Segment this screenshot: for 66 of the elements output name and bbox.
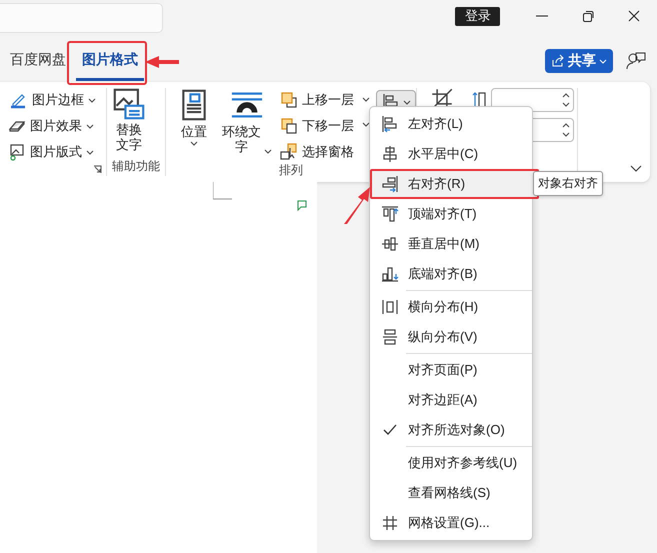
- align-bottom-icon: [381, 265, 399, 283]
- caret-icon: [402, 100, 410, 104]
- menu-item[interactable]: 左对齐(L): [370, 109, 532, 139]
- annotation-arrow: [342, 186, 372, 224]
- share-button[interactable]: 共享: [545, 49, 613, 73]
- caret-icon: [362, 97, 370, 102]
- spinner-icon[interactable]: [562, 122, 570, 138]
- distribute-vertical-icon: [381, 328, 399, 346]
- caret-icon: [86, 124, 94, 128]
- group-label: 排列: [278, 162, 304, 179]
- picture-text-icon: [113, 88, 145, 120]
- search-field[interactable]: [0, 3, 164, 33]
- menu-item[interactable]: 使用对齐参考线(U): [370, 448, 532, 478]
- collapse-ribbon-icon[interactable]: [630, 165, 642, 172]
- caret-icon: [88, 98, 96, 102]
- alt-text-button[interactable]: 替换文字: [107, 88, 151, 158]
- caret-icon: [190, 141, 198, 146]
- caret-icon: [599, 58, 607, 64]
- caret-icon: [86, 150, 94, 154]
- menu-item[interactable]: 横向分布(H): [370, 292, 532, 322]
- ribbon-button[interactable]: 上移一层: [278, 90, 358, 110]
- wrap-text-button[interactable]: 环绕文字: [216, 88, 278, 162]
- menu-item[interactable]: 对齐所选对象(O): [370, 415, 532, 445]
- picture-layout-icon: [8, 143, 26, 161]
- ribbon-button[interactable]: 图片边框: [0, 90, 100, 110]
- corner-mark-icon: [213, 182, 233, 200]
- grid-icon: [381, 514, 399, 532]
- login-button[interactable]: 登录: [455, 6, 500, 26]
- ribbon-button[interactable]: 图片效果: [0, 116, 100, 136]
- menu-item[interactable]: 对齐页面(P): [370, 355, 532, 385]
- align-left-icon: [381, 115, 399, 133]
- align-top-icon: [381, 205, 399, 223]
- minimize-icon: [536, 15, 548, 17]
- annotation-arrow: [145, 56, 179, 68]
- share-icon: [551, 54, 565, 68]
- ribbon-button[interactable]: 选择窗格: [278, 142, 358, 162]
- menu-item[interactable]: 垂直居中(M): [370, 229, 532, 259]
- menu-item[interactable]: 顶端对齐(T): [370, 199, 532, 229]
- tooltip: 对象右对齐: [533, 171, 603, 196]
- distribute-horizontal-icon: [381, 298, 399, 316]
- close-icon: [628, 10, 640, 22]
- menu-item[interactable]: 右对齐(R): [370, 169, 539, 199]
- caret-icon: [264, 149, 272, 154]
- send-backward-icon: [280, 117, 298, 135]
- ribbon-button[interactable]: 图片版式: [0, 142, 100, 162]
- menu-item[interactable]: 底端对齐(B): [370, 259, 532, 289]
- bring-forward-icon: [280, 91, 298, 109]
- caret-icon: [362, 122, 370, 127]
- selection-pane-icon: [280, 143, 298, 161]
- ribbon-button[interactable]: 下移一层: [278, 116, 358, 136]
- dialog-launcher-icon[interactable]: [93, 165, 102, 174]
- group-label: 辅助功能: [111, 158, 161, 175]
- spinner-icon[interactable]: [562, 92, 570, 108]
- ribbon-tab[interactable]: 百度网盘: [4, 41, 72, 81]
- position-button[interactable]: 位置: [166, 88, 216, 162]
- menu-item[interactable]: 网格设置(G)...: [370, 508, 532, 538]
- comment-person-icon: [626, 51, 646, 71]
- align-middle-icon: [381, 235, 399, 253]
- anchor-icon: [295, 200, 307, 212]
- align-center-icon: [381, 145, 399, 163]
- menu-item[interactable]: 对齐边距(A): [370, 385, 532, 415]
- menu-item[interactable]: 水平居中(C): [370, 139, 532, 169]
- align-right-icon: [381, 175, 399, 193]
- menu-item[interactable]: 查看网格线(S): [370, 478, 532, 508]
- menu-item[interactable]: 纵向分布(V): [370, 322, 532, 352]
- restore-icon: [582, 10, 594, 22]
